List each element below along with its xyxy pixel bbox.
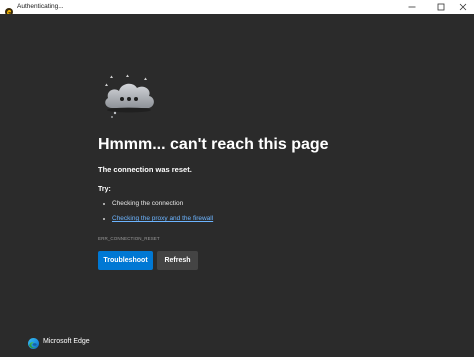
troubleshoot-button[interactable]: Troubleshoot [98, 251, 153, 270]
cloud-icon [100, 74, 158, 124]
error-code: ERR_CONNECTION_RESET [98, 236, 160, 241]
edge-logo-icon [28, 336, 39, 349]
title-bar[interactable]: Authenticating... [0, 0, 474, 16]
error-description: The connection was reset. [98, 165, 192, 174]
refresh-button[interactable]: Refresh [157, 251, 198, 270]
list-item: Checking the connection [98, 200, 213, 208]
error-page: Hmmm... can't reach this page The connec… [0, 14, 474, 357]
brand-name: Microsoft Edge [43, 337, 90, 345]
tip-check-connection: Checking the connection [112, 200, 184, 207]
proxy-firewall-link[interactable]: Checking the proxy and the firewall [112, 215, 213, 222]
window-title: Authenticating... [17, 3, 64, 10]
edge-icon [5, 3, 13, 16]
try-label: Try: [98, 186, 111, 193]
suggestion-list: Checking the connection Checking the pro… [98, 200, 213, 230]
brand-footer: Microsoft Edge [28, 335, 90, 349]
list-item: Checking the proxy and the firewall [98, 215, 213, 223]
maximize-button[interactable] [427, 0, 455, 14]
minimize-button[interactable] [398, 0, 426, 14]
browser-window: Authenticating... Hmmm... can't reach th… [0, 0, 474, 357]
page-title: Hmmm... can't reach this page [98, 136, 329, 153]
close-button[interactable] [452, 0, 474, 14]
